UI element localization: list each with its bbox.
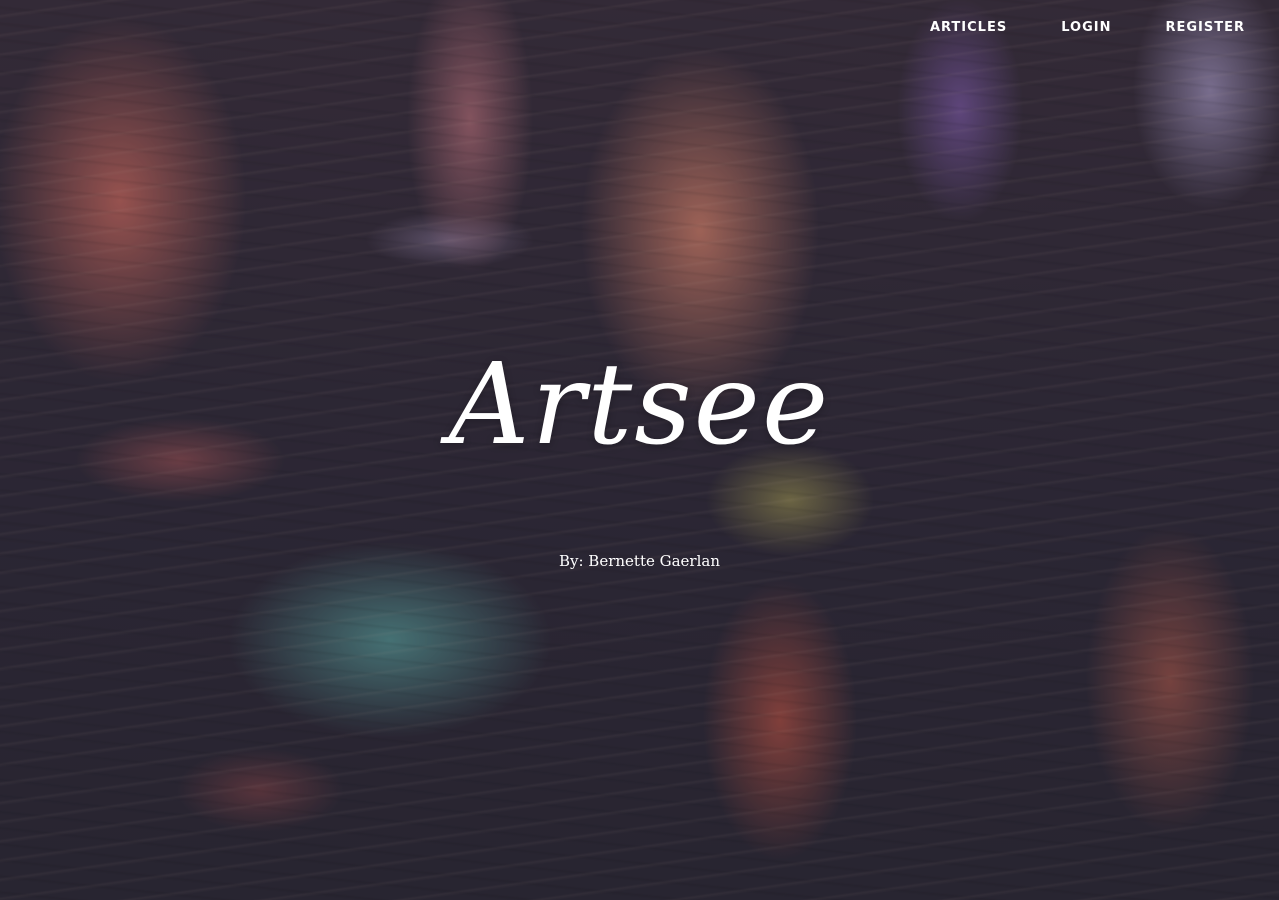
site-title: Artsee (448, 340, 831, 470)
author-byline: By: Bernette Gaerlan (558, 552, 720, 570)
hero-section: ARTICLES LOGIN REGISTER Artsee By: Berne… (0, 0, 1279, 900)
nav-login-link[interactable]: LOGIN (1061, 18, 1111, 38)
top-nav: ARTICLES LOGIN REGISTER (930, 18, 1245, 38)
nav-register-link[interactable]: REGISTER (1165, 18, 1245, 38)
nav-articles-link[interactable]: ARTICLES (930, 18, 1007, 38)
